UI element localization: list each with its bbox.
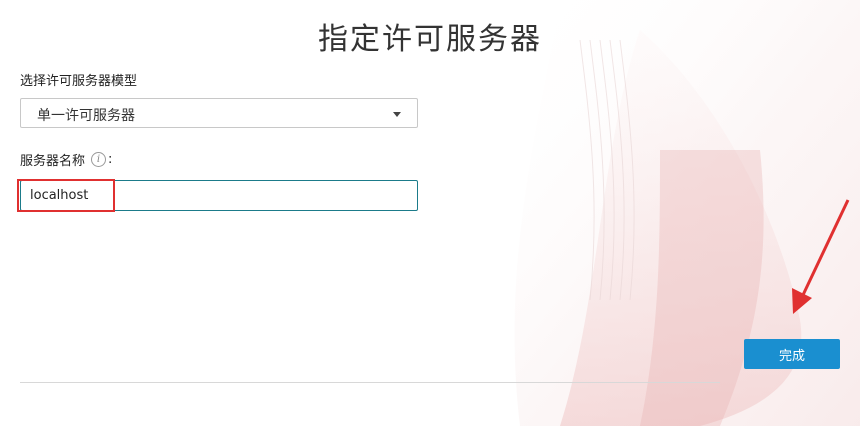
- info-icon[interactable]: i: [91, 152, 107, 167]
- server-model-select[interactable]: 单一许可服务器: [20, 98, 418, 128]
- server-name-label-colon: :: [108, 152, 113, 167]
- server-name-label-row: 服务器名称 i :: [20, 150, 112, 169]
- page-title: 指定许可服务器: [318, 22, 542, 57]
- finish-button[interactable]: 完成: [744, 339, 840, 369]
- server-model-selected-value: 单一许可服务器: [37, 108, 135, 124]
- annotation-arrow-icon: [792, 199, 850, 314]
- server-name-input[interactable]: [20, 180, 418, 211]
- chevron-down-icon[interactable]: [393, 112, 401, 117]
- server-model-label: 选择许可服务器模型: [20, 74, 138, 89]
- footer-divider: [20, 382, 720, 383]
- server-name-label: 服务器名称: [20, 154, 86, 169]
- background-artwork: [514, 0, 860, 426]
